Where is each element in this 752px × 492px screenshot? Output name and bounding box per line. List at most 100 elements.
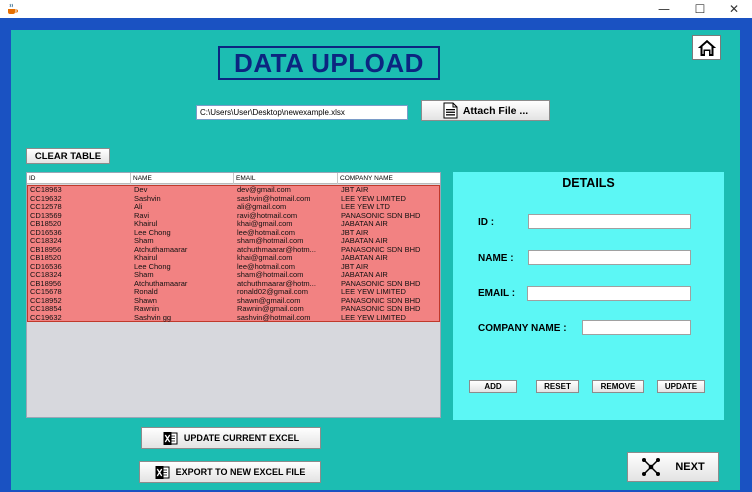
id-label: ID :	[478, 217, 495, 228]
table-cell: PANASONIC SDN BHD	[341, 279, 421, 288]
network-icon	[642, 458, 661, 476]
column-header-id[interactable]: ID	[27, 173, 131, 184]
table-cell: Ronald	[134, 288, 158, 296]
table-cell: JBT AIR	[341, 262, 369, 271]
table-cell: Rawnin	[134, 305, 160, 313]
table-cell: sashvin@hotmail.com	[237, 194, 311, 203]
table-cell: PANASONIC SDN BHD	[341, 245, 421, 254]
table-cell: CD13569	[30, 211, 62, 220]
clear-table-button[interactable]: CLEAR TABLE	[26, 148, 110, 164]
table-cell: LEE YEW LIMITED	[341, 288, 406, 296]
window-frame: DATA UPLOAD C:\Users\User\Desktop\newexa…	[0, 18, 752, 492]
table-cell: CC12578	[30, 203, 62, 211]
next-button[interactable]: NEXT	[627, 452, 719, 482]
table-cell: khai@gmail.com	[237, 254, 293, 262]
table-cell: CB18956	[30, 245, 62, 254]
email-field[interactable]	[527, 286, 691, 301]
table-cell: CC18324	[30, 271, 62, 279]
table-cell: CC18854	[30, 305, 62, 313]
table-row[interactable]: CC18952 Shawn shawn@gmail.com PANASONIC SDN…	[28, 297, 439, 306]
table-cell: JABATAN AIR	[341, 254, 388, 262]
id-field[interactable]	[528, 214, 691, 229]
attach-file-label: Attach File ...	[462, 104, 529, 117]
table-cell: Khairul	[134, 220, 158, 228]
table-row[interactable]: CC15678 Ronald ronald02@gmail.com LEE YEW L…	[28, 288, 439, 297]
update-button[interactable]: UPDATE	[657, 380, 705, 393]
table-row[interactable]: CC12578 Ali ali@gmail.com LEE YEW LTD	[28, 203, 439, 212]
table-row[interactable]: CB18520 Khairul khai@gmail.com JABATAN AIR	[28, 254, 439, 263]
table-cell: Sham	[134, 237, 154, 245]
table-cell: PANASONIC SDN BHD	[341, 296, 421, 305]
name-field[interactable]	[528, 250, 691, 265]
table-cell: atchuthmaarar@hotm...	[237, 245, 316, 254]
add-button[interactable]: ADD	[469, 380, 517, 393]
table-row[interactable]: CB18520 Khairul khai@gmail.com JABATAN AIR	[28, 220, 439, 229]
page-title: DATA UPLOAD	[234, 47, 424, 78]
table-cell: LEE YEW LTD	[341, 203, 390, 211]
table-cell: CC18963	[30, 186, 62, 194]
table-cell: CC19632	[30, 313, 62, 322]
table-row[interactable]: CC19632 Sashvin sashvin@hotmail.com LEE YEW…	[28, 195, 439, 204]
table-row[interactable]: CC18324 Sham sham@hotmail.com JABATAN AIR	[28, 271, 439, 280]
table-cell: PANASONIC SDN BHD	[341, 211, 421, 220]
next-label: NEXT	[675, 461, 705, 473]
table-cell: Atchuthamaarar	[134, 279, 188, 288]
home-icon	[697, 39, 716, 56]
email-label: EMAIL :	[478, 288, 516, 299]
table-cell: CC18952	[30, 296, 62, 305]
close-button[interactable]: ✕	[718, 0, 750, 18]
table-cell: Dev	[134, 186, 148, 194]
column-header-company[interactable]: COMPANY NAME	[338, 173, 440, 184]
table-cell: ali@gmail.com	[237, 203, 287, 211]
table-cell: PANASONIC SDN BHD	[341, 305, 421, 313]
table-row[interactable]: CC18324 Sham sham@hotmail.com JABATAN AIR	[28, 237, 439, 246]
table-cell: Rawnin@gmail.com	[237, 305, 304, 313]
minimize-button[interactable]: —	[648, 0, 680, 18]
column-header-email[interactable]: EMAIL	[234, 173, 338, 184]
reset-button[interactable]: RESET	[536, 380, 579, 393]
name-label: NAME :	[478, 253, 514, 264]
table-cell: Sham	[134, 271, 154, 279]
table-cell: CB18520	[30, 220, 62, 228]
table-cell: ravi@hotmail.com	[237, 211, 298, 220]
table-cell: sashvin@hotmail.com	[237, 313, 311, 322]
table-cell: CD16536	[30, 262, 62, 271]
table-cell: Khairul	[134, 254, 158, 262]
table-cell: lee@hotmail.com	[237, 228, 296, 237]
table-cell: Sashvin	[134, 194, 161, 203]
table-row[interactable]: CB18956 Atchuthamaarar atchuthmaarar@hotm.…	[28, 246, 439, 255]
table-row[interactable]: CD16536 Lee Chong lee@hotmail.com JBT AIR	[28, 263, 439, 272]
main-panel: DATA UPLOAD C:\Users\User\Desktop\newexa…	[11, 30, 740, 490]
update-current-excel-button[interactable]: UPDATE CURRENT EXCEL	[141, 427, 321, 449]
table-row[interactable]: CD16536 Lee Chong lee@hotmail.com JBT AIR	[28, 229, 439, 238]
data-table[interactable]: ID NAME EMAIL COMPANY NAME CC18963 Dev dev…	[26, 172, 441, 418]
table-cell: JABATAN AIR	[341, 271, 388, 279]
table-cell: sham@hotmail.com	[237, 237, 304, 245]
home-button[interactable]	[692, 35, 721, 60]
column-header-name[interactable]: NAME	[131, 173, 234, 184]
table-cell: CB18956	[30, 279, 62, 288]
table-cell: CB18520	[30, 254, 62, 262]
maximize-button[interactable]: ☐	[684, 0, 716, 18]
table-cell: Shawn	[134, 296, 157, 305]
table-cell: CC19632	[30, 194, 62, 203]
table-cell: Ravi	[134, 211, 150, 220]
window-titlebar: — ☐ ✕	[0, 0, 752, 18]
table-row[interactable]: CC19632 Sashvin gg sashvin@hotmail.com LEE …	[28, 314, 439, 323]
update-current-excel-label: UPDATE CURRENT EXCEL	[183, 433, 300, 443]
file-path-field[interactable]: C:\Users\User\Desktop\newexample.xlsx	[196, 105, 408, 120]
excel-icon	[155, 465, 170, 479]
table-cell: ronald02@gmail.com	[237, 288, 308, 296]
export-new-excel-button[interactable]: EXPORT TO NEW EXCEL FILE	[139, 461, 321, 483]
attach-file-button[interactable]: Attach File ...	[421, 100, 550, 121]
table-row[interactable]: CD13569 Ravi ravi@hotmail.com PANASONIC SDN…	[28, 212, 439, 221]
table-cell: CD16536	[30, 228, 62, 237]
remove-button[interactable]: REMOVE	[592, 380, 644, 393]
page-title-box: DATA UPLOAD	[218, 46, 440, 80]
table-row[interactable]: CC18963 Dev dev@gmail.com JBT AIR	[28, 186, 439, 195]
table-cell: Lee Chong	[134, 228, 171, 237]
company-name-field[interactable]	[582, 320, 691, 335]
document-icon	[443, 102, 458, 119]
table-row[interactable]: CC18854 Rawnin Rawnin@gmail.com PANASONIC S…	[28, 305, 439, 314]
table-row[interactable]: CB18956 Atchuthamaarar atchuthmaarar@hotm.…	[28, 280, 439, 289]
